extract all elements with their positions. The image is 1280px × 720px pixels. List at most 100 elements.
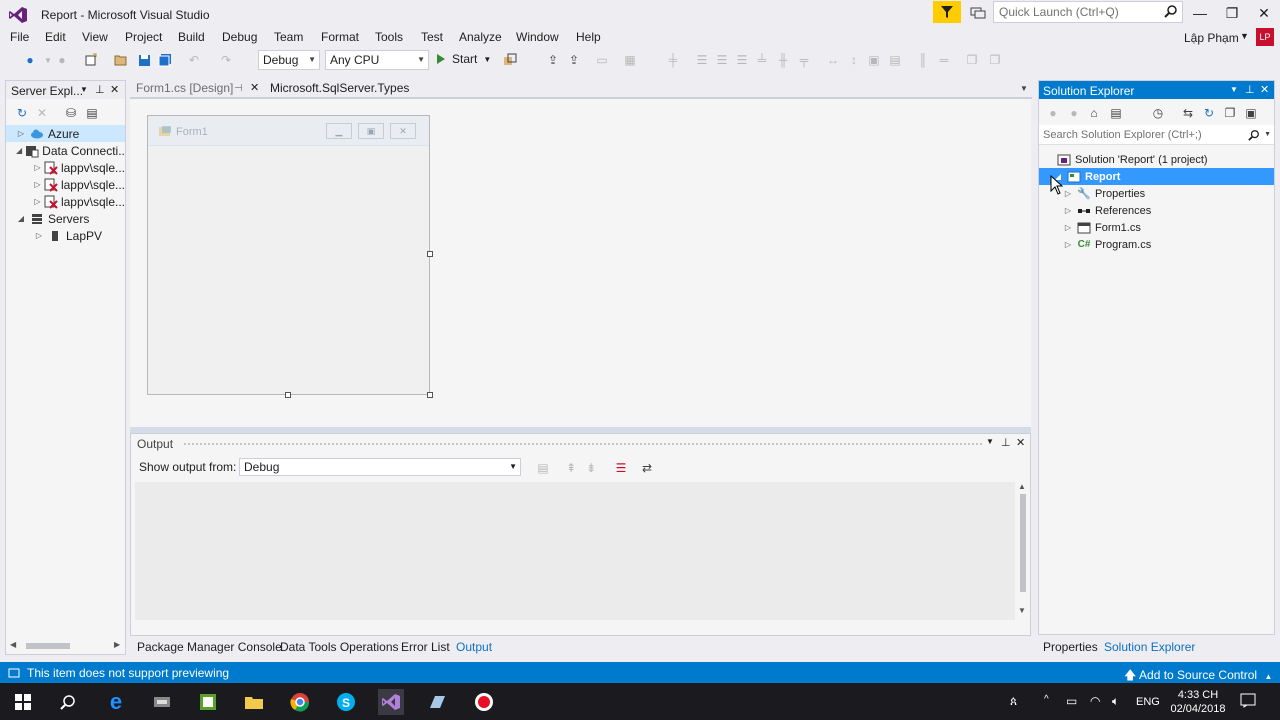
forward-icon[interactable]: ● (1066, 105, 1082, 121)
close-icon[interactable]: ✕ (1260, 83, 1269, 96)
tree-item-properties[interactable]: ▷ 🔧 Properties (1063, 185, 1145, 202)
tree-item-servers[interactable]: ◢ Servers (6, 210, 125, 227)
pin-icon[interactable]: ⊥ (1001, 436, 1011, 449)
spreadsheet-app-icon[interactable] (195, 689, 221, 715)
tree-item-program-cs[interactable]: ▷ C# Program.cs (1063, 236, 1151, 253)
chevron-down-icon[interactable]: ▼ (1264, 125, 1271, 145)
pin-icon[interactable]: ⊥ (95, 83, 105, 96)
solution-search-input[interactable]: Search Solution Explorer (Ctrl+;) ▼ (1039, 125, 1274, 145)
refresh-icon[interactable]: ↻ (1201, 105, 1217, 121)
show-all-files-icon[interactable]: ▣ (1243, 105, 1259, 121)
tree-item-form1-cs[interactable]: ▷ Form1.cs (1063, 219, 1141, 236)
undo-icon[interactable]: ↶ (186, 52, 202, 68)
redo-icon[interactable]: ↷ (218, 52, 234, 68)
align-middle-icon[interactable]: ╫ (775, 52, 791, 68)
connect-database-icon[interactable]: ⛁ (63, 105, 79, 121)
align-grid-icon[interactable]: ╪ (665, 52, 681, 68)
notification-filter-icon[interactable] (933, 1, 961, 23)
expand-triangle-icon[interactable]: ▷ (34, 163, 41, 172)
windows-start-icon[interactable] (10, 689, 36, 715)
file-explorer-icon[interactable] (241, 689, 267, 715)
tab-properties[interactable]: Properties (1043, 640, 1098, 654)
tab-package-manager-console[interactable]: Package Manager Console (137, 640, 282, 654)
sync-icon[interactable]: ⇆ (1180, 105, 1196, 121)
tab-data-tools-operations[interactable]: Data Tools Operations (280, 640, 399, 654)
output-source-select[interactable]: Debug ▼ (239, 458, 521, 476)
bookmark-icon[interactable]: ▦ (622, 52, 638, 68)
system-clock[interactable]: 4:33 CH 02/04/2018 (1170, 688, 1226, 716)
tab-error-list[interactable]: Error List (401, 640, 450, 654)
spacing-vertical-icon[interactable]: ═ (936, 52, 952, 68)
tree-item-data-connections[interactable]: ◢ Data Connecti... (6, 142, 125, 159)
refresh-icon[interactable]: ↻ (14, 105, 30, 121)
notification-center-icon[interactable] (1240, 692, 1256, 711)
feedback-icon[interactable] (968, 4, 988, 22)
previous-message-icon[interactable]: ⇞ (563, 460, 579, 476)
tab-form1-design[interactable]: Form1.cs [Design] ⊣ ✕ (130, 80, 262, 98)
chevron-down-icon[interactable]: ▼ (1230, 85, 1238, 94)
open-file-icon[interactable] (113, 52, 129, 68)
scroll-right-icon[interactable]: ▶ (114, 640, 120, 649)
collapse-triangle-icon[interactable]: ◢ (16, 146, 22, 155)
menu-debug[interactable]: Debug (222, 30, 257, 44)
align-center-icon[interactable]: ☰ (714, 52, 730, 68)
scrollbar-thumb[interactable] (1020, 494, 1026, 592)
tab-microsoft-sqlserver-types[interactable]: Microsoft.SqlServer.Types (264, 80, 409, 98)
resize-handle-right[interactable] (427, 251, 433, 257)
save-icon[interactable] (136, 52, 152, 68)
close-tab-icon[interactable]: ✕ (250, 80, 259, 97)
screen-recorder-icon[interactable] (471, 689, 497, 715)
menu-build[interactable]: Build (178, 30, 205, 44)
start-debugging-button[interactable]: Start ▼ (436, 52, 491, 66)
expand-triangle-icon[interactable]: ▷ (1063, 223, 1073, 232)
bring-to-front-icon[interactable]: ❐ (964, 52, 980, 68)
tree-item-project-report[interactable]: ◢ Report (1039, 168, 1274, 185)
chevron-down-icon[interactable]: ▼ (1240, 31, 1249, 41)
menu-tools[interactable]: Tools (375, 30, 403, 44)
menu-test[interactable]: Test (421, 30, 443, 44)
pin-icon[interactable]: ⊣ (234, 80, 243, 97)
scrollbar-thumb[interactable] (26, 643, 70, 649)
close-icon[interactable]: ✕ (110, 83, 119, 96)
tree-item-server-lappv[interactable]: ▷ LapPV (6, 227, 125, 244)
visual-studio-taskbar-icon[interactable] (378, 689, 404, 715)
tree-item-connection[interactable]: ▷ lappv\sqle... (6, 193, 125, 210)
menu-file[interactable]: File (10, 30, 29, 44)
back-icon[interactable]: ● (22, 52, 38, 68)
chevron-up-icon[interactable]: ^ (1044, 694, 1049, 705)
back-icon[interactable]: ● (1045, 105, 1061, 121)
volume-icon[interactable]: 🔈︎ (1112, 694, 1119, 709)
collapse-triangle-icon[interactable]: ◢ (16, 214, 26, 223)
chrome-browser-icon[interactable] (287, 689, 313, 715)
solution-platform-select[interactable]: Any CPU ▼ (325, 50, 429, 70)
connect-server-icon[interactable]: ▤ (84, 105, 100, 121)
align-top-icon[interactable]: ╧ (754, 52, 770, 68)
user-name[interactable]: Lập Phạm (1184, 31, 1239, 45)
minimize-button[interactable]: — (1184, 0, 1216, 26)
close-button[interactable]: ✕ (1248, 0, 1280, 26)
chevron-down-icon[interactable]: ▼ (80, 85, 88, 94)
spacing-icon[interactable]: ║ (915, 52, 931, 68)
size-to-grid-icon[interactable]: ▤ (887, 52, 903, 68)
solution-configuration-select[interactable]: Debug ▼ (258, 50, 320, 70)
switch-views-icon[interactable]: ▤ (1108, 105, 1124, 121)
align-left-icon[interactable]: ☰ (694, 52, 710, 68)
save-all-icon[interactable] (157, 52, 173, 68)
stop-icon[interactable]: ✕ (34, 105, 50, 121)
align-bottom-icon[interactable]: ╤ (796, 52, 812, 68)
chevron-down-icon[interactable]: ▼ (986, 437, 994, 446)
make-same-height-icon[interactable]: ↕ (846, 52, 862, 68)
make-same-width-icon[interactable]: ↔ (825, 52, 841, 68)
menu-window[interactable]: Window (516, 30, 559, 44)
expand-triangle-icon[interactable]: ▷ (34, 197, 41, 206)
menu-view[interactable]: View (82, 30, 108, 44)
scroll-down-icon[interactable]: ▼ (1018, 606, 1026, 615)
tree-item-connection[interactable]: ▷ lappv\sqle... (6, 159, 125, 176)
restore-button[interactable]: ❐ (1216, 0, 1248, 26)
search-icon[interactable] (55, 689, 81, 715)
network-app-icon[interactable] (149, 689, 175, 715)
tree-item-solution[interactable]: Solution 'Report' (1 project) (1053, 151, 1208, 168)
resize-handle-corner[interactable] (427, 392, 433, 398)
menu-edit[interactable]: Edit (45, 30, 66, 44)
make-same-size-icon[interactable]: ▣ (866, 52, 882, 68)
